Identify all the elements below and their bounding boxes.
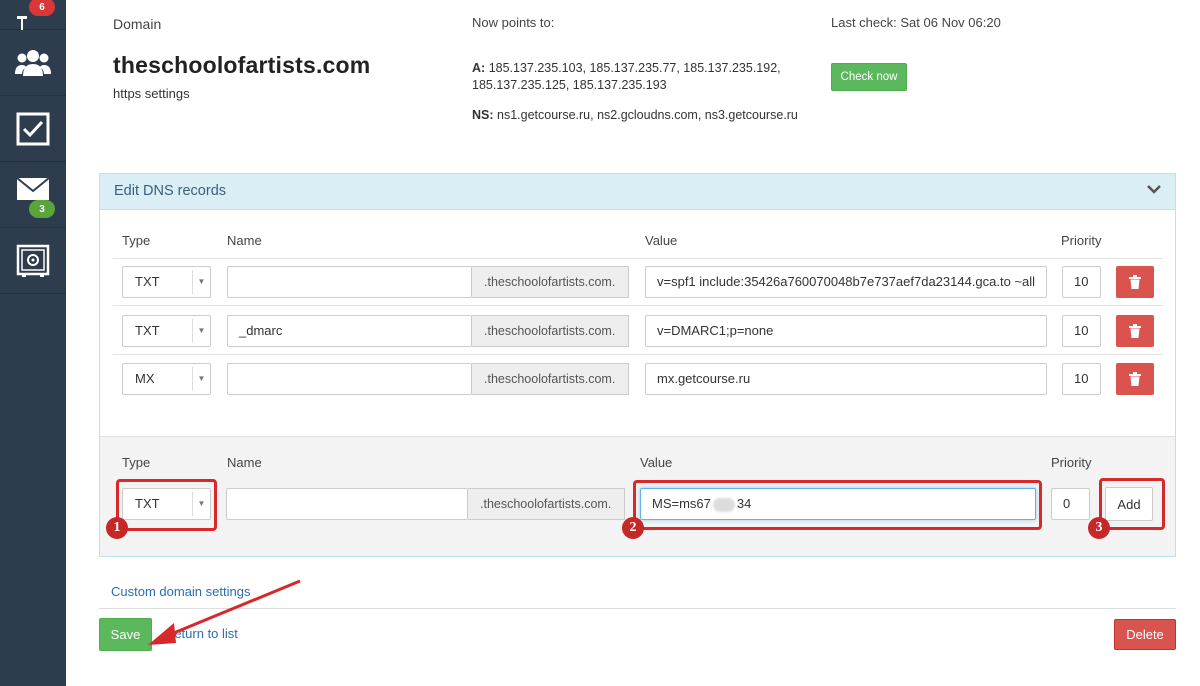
a-line-2: 185.137.235.125, 185.137.235.193 <box>472 78 667 92</box>
type-select[interactable]: TXT ▼ <box>122 266 211 298</box>
new-name-input[interactable] <box>226 488 468 520</box>
delete-domain-button[interactable]: Delete <box>1114 619 1176 650</box>
value-input[interactable]: v=DMARC1;p=none <box>645 315 1047 347</box>
type-value: MX <box>135 371 155 386</box>
new-col-priority: Priority <box>1051 455 1092 470</box>
safe-icon <box>16 244 50 277</box>
new-col-type: Type <box>122 455 151 470</box>
new-priority-input[interactable]: 0 <box>1051 488 1090 520</box>
pins-badge: 6 <box>29 0 55 16</box>
trash-icon <box>1129 275 1141 289</box>
chevron-down-icon[interactable] <box>1147 184 1161 194</box>
name-input[interactable]: _dmarc <box>227 315 472 347</box>
a-key: A: <box>472 61 486 75</box>
sidebar-item-users[interactable] <box>0 30 66 96</box>
ns-value: ns1.getcourse.ru, ns2.gcloudns.com, ns3.… <box>497 108 798 122</box>
col-type: Type <box>122 233 151 248</box>
checkbox-icon <box>16 112 50 145</box>
a-line-1: 185.137.235.103, 185.137.235.77, 185.137… <box>488 61 781 75</box>
divider <box>113 305 1163 306</box>
new-domain-suffix: .theschoolofartists.com. <box>468 488 625 520</box>
dns-panel-header[interactable]: Edit DNS records <box>100 174 1175 210</box>
delete-record-button[interactable] <box>1116 266 1154 298</box>
last-check: Last check: Sat 06 Nov 06:20 <box>831 15 1001 30</box>
domain-suffix: .theschoolofartists.com. <box>472 363 629 395</box>
sidebar-item-tasks[interactable] <box>0 96 66 162</box>
value-input[interactable]: mx.getcourse.ru <box>645 363 1047 395</box>
domain-suffix: .theschoolofartists.com. <box>472 266 629 298</box>
panel-title: Edit DNS records <box>114 183 227 199</box>
priority-input[interactable]: 10 <box>1062 315 1101 347</box>
sidebar-item-mail[interactable]: 3 <box>0 162 66 228</box>
type-select[interactable]: MX ▼ <box>122 363 211 395</box>
sidebar-item-safe[interactable] <box>0 228 66 294</box>
new-col-name: Name <box>227 455 262 470</box>
type-value: TXT <box>135 323 160 338</box>
type-value: TXT <box>135 274 160 289</box>
pin-icon <box>17 15 27 30</box>
mail-icon <box>16 176 50 200</box>
sidebar-item-pins[interactable]: 6 <box>0 0 66 30</box>
trash-icon <box>1129 324 1141 338</box>
caret-down-icon: ▼ <box>192 367 210 391</box>
ns-key: NS: <box>472 108 494 122</box>
caret-down-icon: ▼ <box>192 319 210 343</box>
name-input[interactable] <box>227 266 472 298</box>
check-now-button[interactable]: Check now <box>831 63 907 91</box>
col-name: Name <box>227 233 262 248</box>
arrow-annotation <box>148 579 301 645</box>
domain-name: theschoolofartists.com <box>113 52 371 78</box>
caret-down-icon: ▼ <box>192 270 210 294</box>
name-input[interactable] <box>227 363 472 395</box>
step-2-marker: 2 <box>622 517 644 539</box>
delete-record-button[interactable] <box>1116 315 1154 347</box>
priority-input[interactable]: 10 <box>1062 363 1101 395</box>
col-priority: Priority <box>1061 233 1102 248</box>
divider <box>113 258 1163 259</box>
step-1-marker: 1 <box>106 517 128 539</box>
points-to-label: Now points to: <box>472 15 555 30</box>
sidebar: 6 3 <box>0 0 66 686</box>
divider <box>113 354 1163 355</box>
delete-record-button[interactable] <box>1116 363 1154 395</box>
mail-badge: 3 <box>29 200 55 218</box>
domain-label: Domain <box>113 16 162 32</box>
value-input[interactable]: v=spf1 include:35426a760070048b7e737aef7… <box>645 266 1047 298</box>
highlight-type <box>116 479 217 531</box>
a-records: A: 185.137.235.103, 185.137.235.77, 185.… <box>472 60 781 94</box>
new-col-value: Value <box>640 455 673 470</box>
step-3-marker: 3 <box>1088 517 1110 539</box>
priority-input[interactable]: 10 <box>1062 266 1101 298</box>
highlight-value <box>633 480 1042 530</box>
col-value: Value <box>645 233 678 248</box>
https-settings-link[interactable]: https settings <box>113 85 190 102</box>
ns-records: NS: ns1.getcourse.ru, ns2.gcloudns.com, … <box>472 107 798 124</box>
type-select[interactable]: TXT ▼ <box>122 315 211 347</box>
trash-icon <box>1129 372 1141 386</box>
users-icon <box>15 49 51 76</box>
domain-suffix: .theschoolofartists.com. <box>472 315 629 347</box>
